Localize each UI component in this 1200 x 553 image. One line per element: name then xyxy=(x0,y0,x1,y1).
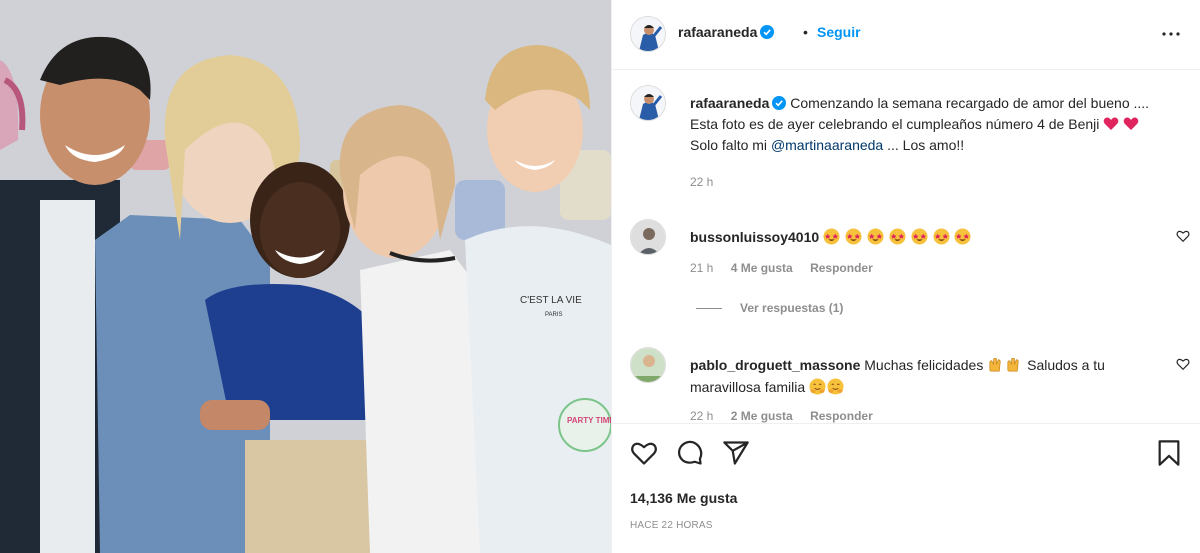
comment-likes[interactable]: 2 Me gusta xyxy=(731,409,793,423)
star-struck-emoji-icon xyxy=(911,228,928,245)
more-options-icon[interactable] xyxy=(1159,22,1183,46)
shirt-text-line1: C'EST LA VIE xyxy=(520,295,582,306)
author-avatar[interactable] xyxy=(630,16,666,52)
hugging-face-emoji-icon xyxy=(809,378,826,395)
family-photo-illustration: C'EST LA VIE PARIS PARTY TIME! xyxy=(0,0,611,553)
star-struck-emoji-icon xyxy=(867,228,884,245)
comment-text: bussonluissoy4010 xyxy=(690,226,1160,248)
commenter-username[interactable]: bussonluissoy4010 xyxy=(690,229,819,245)
hugging-face-emoji-icon xyxy=(827,378,844,395)
commenter-avatar[interactable] xyxy=(630,219,666,255)
comments-section[interactable]: rafaaraneda Comenzando la semana recarga… xyxy=(612,71,1200,423)
caption-body-part3: ... Los amo!! xyxy=(883,137,965,153)
posted-time[interactable]: HACE 22 HORAS xyxy=(630,520,713,531)
comment-text: pablo_droguett_massone Muchas felicidade… xyxy=(690,354,1160,398)
avatar-image xyxy=(631,348,665,382)
commenter-avatar[interactable] xyxy=(630,347,666,383)
post-photo[interactable]: C'EST LA VIE PARIS PARTY TIME! xyxy=(0,0,611,553)
balloon-text: PARTY TIME! xyxy=(567,416,611,425)
avatar-image xyxy=(631,17,665,51)
share-send-icon[interactable] xyxy=(722,439,750,467)
reply-button[interactable]: Responder xyxy=(810,261,873,275)
likes-count[interactable]: 14,136 Me gusta xyxy=(630,490,737,506)
like-comment-heart-icon[interactable] xyxy=(1176,229,1190,243)
author-username[interactable]: rafaaraneda xyxy=(678,24,775,40)
replies-divider-line xyxy=(696,307,722,309)
star-struck-emoji-icon xyxy=(932,228,950,245)
star-struck-emoji-icon xyxy=(889,228,906,245)
comment-bubble-icon[interactable] xyxy=(676,439,704,467)
star-struck-emoji-icon xyxy=(845,228,862,245)
reply-button[interactable]: Responder xyxy=(810,409,873,423)
like-comment-heart-icon[interactable] xyxy=(1176,357,1190,371)
red-heart-icon xyxy=(1123,117,1139,130)
red-heart-icon xyxy=(1103,117,1119,130)
comment-time[interactable]: 21 h xyxy=(690,261,713,275)
view-replies-button[interactable]: Ver respuestas (1) xyxy=(696,301,843,315)
caption-time[interactable]: 22 h xyxy=(690,175,713,189)
comment-likes[interactable]: 4 Me gusta xyxy=(731,261,793,275)
comment-meta: 22 h 2 Me gusta Responder xyxy=(690,409,887,423)
avatar-image xyxy=(631,220,665,254)
caption-username[interactable]: rafaaraneda xyxy=(690,95,769,111)
like-heart-icon[interactable] xyxy=(630,439,658,467)
post-details-panel: rafaaraneda • Seguir rafaaraneda Comenza… xyxy=(611,0,1200,553)
avatar-image xyxy=(631,86,665,120)
follow-button[interactable]: Seguir xyxy=(817,24,861,40)
author-username-text[interactable]: rafaaraneda xyxy=(678,24,757,40)
raising-hands-emoji-icon xyxy=(1007,357,1019,372)
post-actions: 14,136 Me gusta HACE 22 HORAS xyxy=(612,423,1200,553)
post-header: rafaaraneda • Seguir xyxy=(612,0,1200,70)
verified-badge-icon xyxy=(760,25,775,39)
caption-author-avatar[interactable] xyxy=(630,85,666,121)
star-struck-emoji-icon xyxy=(954,228,971,245)
save-bookmark-icon[interactable] xyxy=(1155,439,1183,467)
caption-body-part2: Solo falto mi xyxy=(690,137,771,153)
caption-mention-link[interactable]: @martinaaraneda xyxy=(771,137,883,153)
raising-hands-emoji-icon xyxy=(989,357,1001,372)
view-replies-label[interactable]: Ver respuestas (1) xyxy=(740,301,843,315)
star-struck-emoji-icon xyxy=(823,228,840,245)
instagram-post: C'EST LA VIE PARIS PARTY TIME! rafaarane… xyxy=(0,0,1200,553)
follow-separator-dot: • xyxy=(803,24,808,40)
comment-time[interactable]: 22 h xyxy=(690,409,713,423)
comment-body-part1: Muchas felicidades xyxy=(864,357,988,373)
shirt-text-line2: PARIS xyxy=(545,312,563,318)
commenter-username[interactable]: pablo_droguett_massone xyxy=(690,357,860,373)
caption-text: rafaaraneda Comenzando la semana recarga… xyxy=(690,93,1170,156)
verified-badge-icon xyxy=(772,96,787,110)
star-struck-emojis xyxy=(823,228,972,245)
comment-meta: 21 h 4 Me gusta Responder xyxy=(690,261,887,275)
